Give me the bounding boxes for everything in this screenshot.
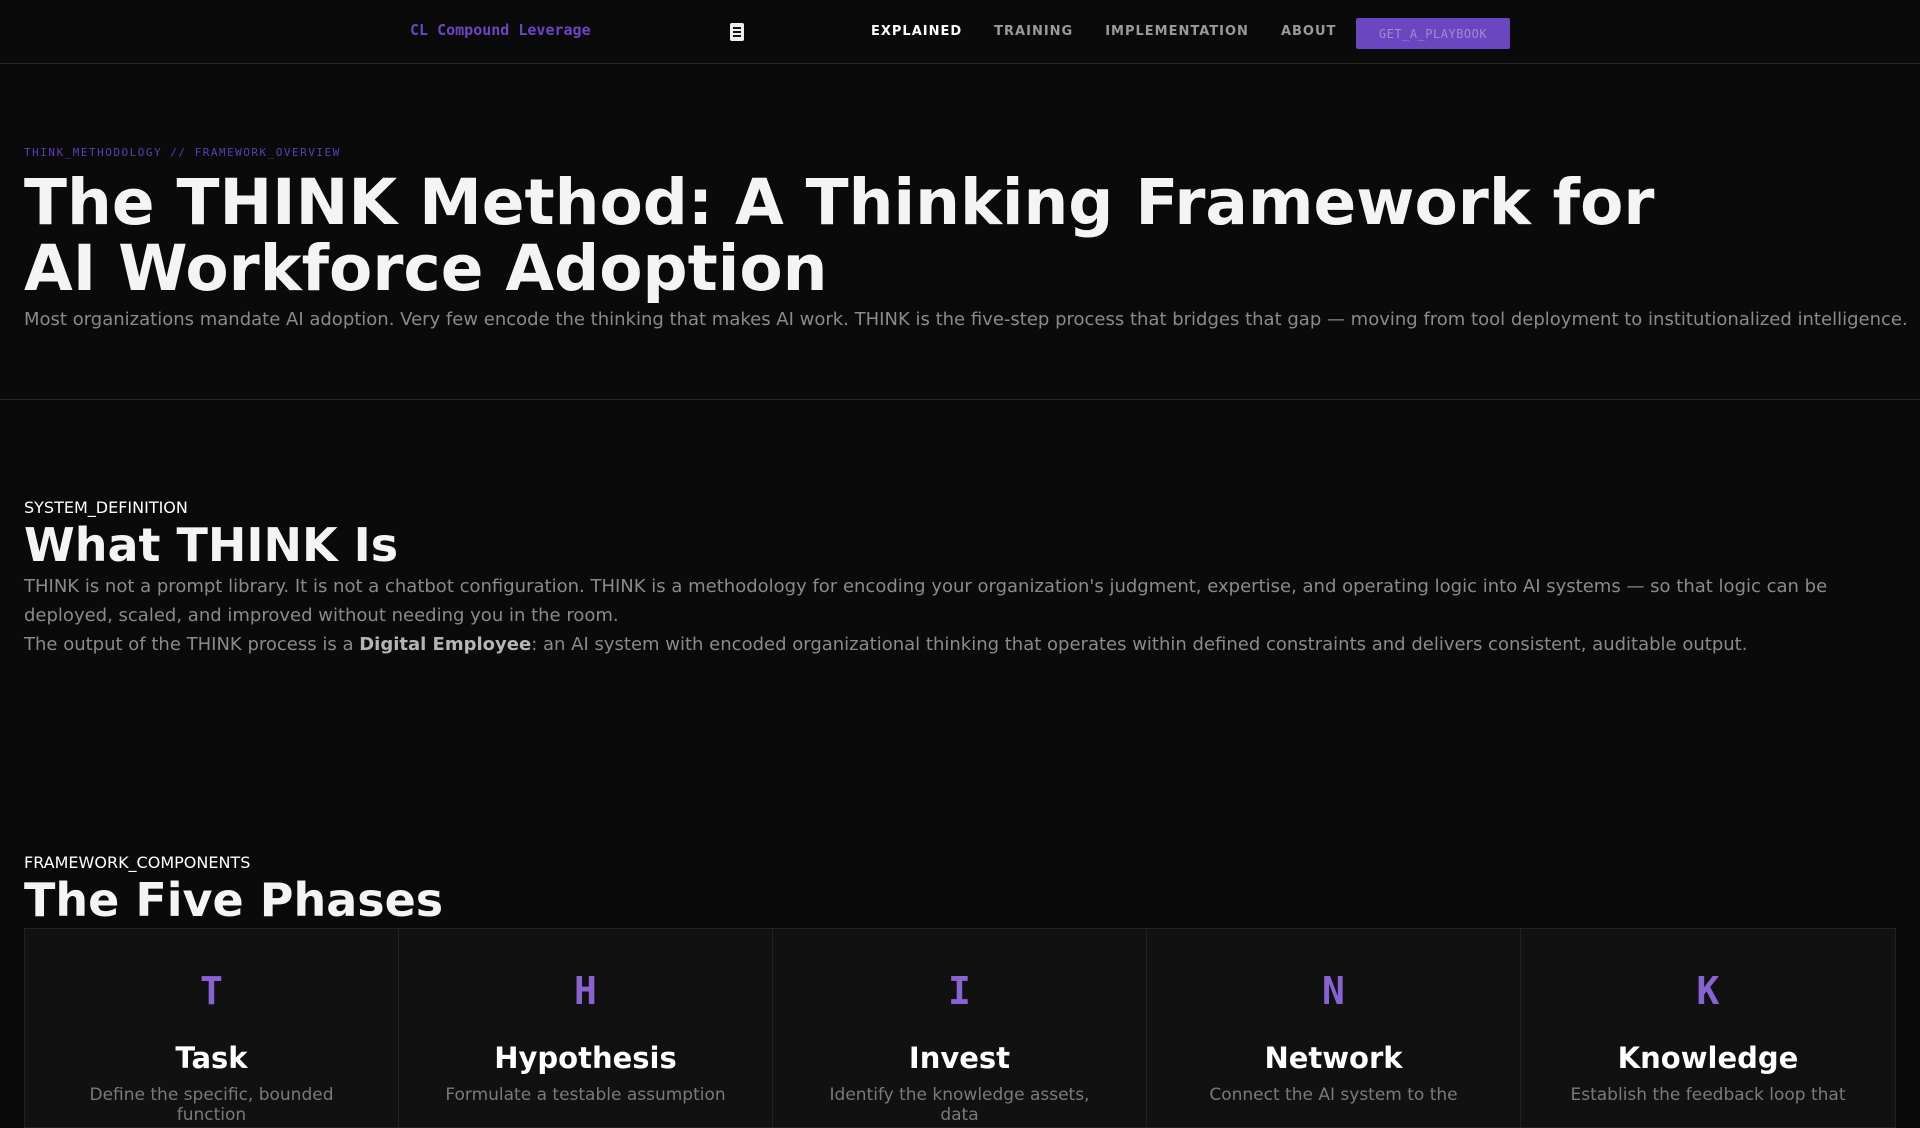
phase-title: Invest bbox=[908, 1041, 1011, 1075]
section-heading: What THINK Is bbox=[24, 518, 399, 572]
text: The output of the THINK process is a bbox=[24, 634, 360, 655]
nav-link-implementation[interactable]: IMPLEMENTATION bbox=[1105, 24, 1249, 39]
phase-letter: H bbox=[574, 969, 597, 1013]
logo[interactable]: CL Compound Leverage bbox=[410, 21, 591, 39]
top-nav: CL Compound Leverage EXPLAINED TRAINING … bbox=[0, 0, 1920, 64]
phase-title: Hypothesis bbox=[494, 1041, 677, 1075]
definition-paragraph: THINK is not a prompt library. It is not… bbox=[24, 576, 1828, 626]
phase-letter: N bbox=[1322, 969, 1345, 1013]
phase-letter: K bbox=[1696, 969, 1720, 1013]
phase-desc: Define the specific, bounded function bbox=[89, 1085, 334, 1125]
phase-desc: Connect the AI system to the bbox=[1209, 1085, 1458, 1105]
text: : an AI system with encoded organization… bbox=[531, 634, 1748, 655]
phase-desc: Establish the feedback loop that bbox=[1570, 1085, 1846, 1105]
definition-text: THINK is not a prompt library. It is not… bbox=[24, 572, 1904, 659]
get-playbook-button[interactable]: GET_A_PLAYBOOK bbox=[1356, 18, 1510, 49]
phase-title: Task bbox=[175, 1041, 248, 1075]
output-paragraph: The output of the THINK process is a Dig… bbox=[24, 630, 1904, 659]
page-subtitle: Most organizations mandate AI adoption. … bbox=[24, 309, 1908, 330]
phase-card-hypothesis: H Hypothesis Formulate a testable assumpti… bbox=[399, 929, 773, 1127]
nav-link-explained[interactable]: EXPLAINED bbox=[871, 24, 962, 39]
breadcrumb: THINK_METHODOLOGY // FRAMEWORK_OVERVIEW bbox=[24, 146, 341, 159]
phase-letter: I bbox=[948, 969, 971, 1013]
phase-card-task: T Task Define the specific, bounded functi… bbox=[25, 929, 399, 1127]
nav-link-about[interactable]: ABOUT bbox=[1281, 24, 1336, 39]
phase-title: Knowledge bbox=[1617, 1041, 1799, 1075]
phase-cards: T Task Define the specific, bounded functi… bbox=[24, 928, 1896, 1128]
phase-title: Network bbox=[1264, 1041, 1403, 1075]
section-heading: The Five Phases bbox=[24, 873, 444, 927]
digital-employee-term: Digital Employee bbox=[359, 634, 532, 655]
divider bbox=[0, 399, 1920, 400]
section-label: SYSTEM_DEFINITION bbox=[24, 498, 188, 517]
section-label: FRAMEWORK_COMPONENTS bbox=[24, 853, 251, 872]
phase-card-invest: I Invest Identify the knowledge assets, da… bbox=[773, 929, 1147, 1127]
phase-letter: T bbox=[200, 969, 223, 1013]
page-title: The THINK Method: A Thinking Framework f… bbox=[24, 166, 1655, 305]
phase-desc: Identify the knowledge assets, data bbox=[829, 1085, 1090, 1125]
document-icon[interactable] bbox=[730, 23, 744, 41]
phase-card-knowledge: K Knowledge Establish the feedback loop th… bbox=[1521, 929, 1895, 1127]
nav-link-training[interactable]: TRAINING bbox=[994, 24, 1073, 39]
phase-card-network: N Network Connect the AI system to the bbox=[1147, 929, 1521, 1127]
phase-desc: Formulate a testable assumption bbox=[445, 1085, 726, 1105]
